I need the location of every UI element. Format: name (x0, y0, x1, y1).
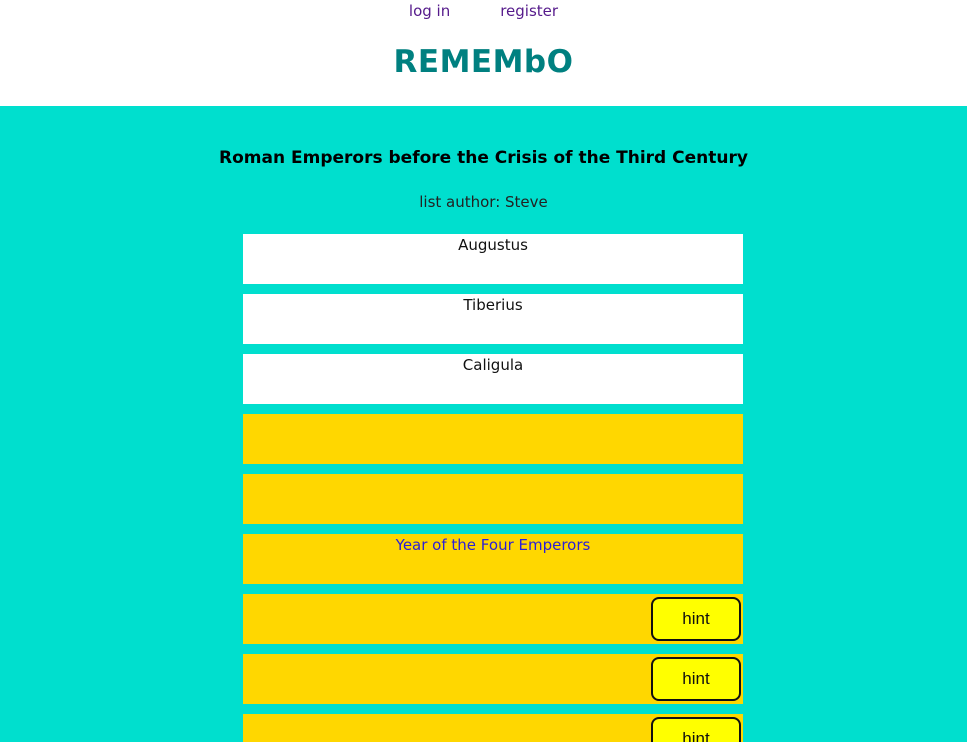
list-title: Roman Emperors before the Crisis of the … (219, 148, 748, 168)
hint-button[interactable]: hint (651, 657, 741, 701)
list-item-text: Augustus (458, 236, 528, 254)
list-item-link[interactable]: Year of the Four Emperors (396, 536, 591, 554)
site-title: REMEMbO (393, 44, 574, 80)
list-item-hidden[interactable] (243, 414, 743, 464)
login-link[interactable]: log in (409, 2, 450, 20)
list-item-hidden: hint (243, 594, 743, 644)
list-author: list author: Steve (419, 193, 548, 211)
list-item: Augustus (243, 234, 743, 284)
list-item: Tiberius (243, 294, 743, 344)
register-link[interactable]: register (500, 2, 558, 20)
hint-button[interactable]: hint (651, 717, 741, 742)
list-item: Caligula (243, 354, 743, 404)
list-item-text: Tiberius (463, 296, 523, 314)
hint-button[interactable]: hint (651, 597, 741, 641)
top-bar: log in register REMEMbO (0, 0, 967, 106)
list-item-hidden: Year of the Four Emperors (243, 534, 743, 584)
list-item-text: Caligula (462, 356, 524, 374)
nav-links: log in register (0, 2, 967, 20)
main-content: Roman Emperors before the Crisis of the … (0, 106, 967, 742)
list-item-hidden: hint (243, 714, 743, 742)
item-list: Augustus Tiberius Caligula Year of the F… (243, 234, 743, 742)
list-item-hidden[interactable] (243, 474, 743, 524)
list-item-hidden: hint (243, 654, 743, 704)
